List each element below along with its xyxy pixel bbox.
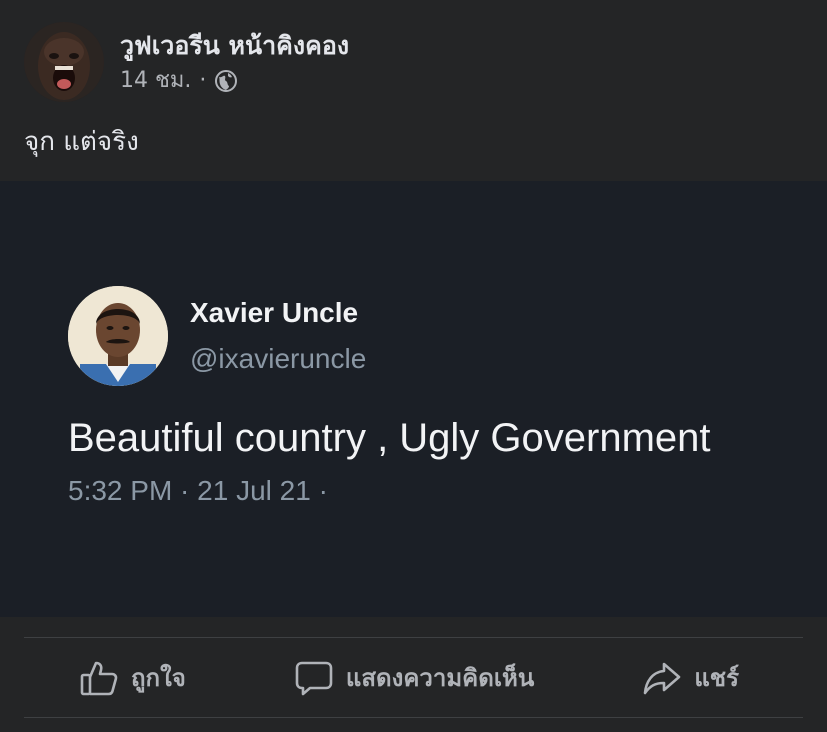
post-time[interactable]: 14 ชม. [120,67,191,95]
tweet-text: Beautiful country , Ugly Government [68,416,711,460]
share-arrow-icon [642,658,682,698]
share-label: แชร์ [694,663,739,692]
post-header: วูฟเวอรีน หน้าคิงคอง 14 ชม. · [24,20,349,104]
comment-button[interactable]: แสดงความคิดเห็น [294,658,534,698]
comment-bubble-icon [294,658,334,698]
comment-label: แสดงความคิดเห็น [345,663,535,692]
header-text: วูฟเวอรีน หน้าคิงคอง 14 ชม. · [120,29,349,95]
post-action-bar: ถูกใจ แสดงความคิดเห็น แชร์ [24,638,803,717]
tweet-avatar [68,286,168,386]
tweet-author-name: Xavier Uncle [190,297,359,328]
thumbs-up-icon [79,658,119,698]
tweet-author-handle: @ixavieruncle [190,343,367,374]
tweet-screenshot-image[interactable]: Xavier Uncle @ixavieruncle Beautiful cou… [0,181,827,617]
post-meta: 14 ชม. · [120,67,349,95]
facebook-post: วูฟเวอรีน หน้าคิงคอง 14 ชม. · จุก แต่จริ… [0,0,827,732]
post-caption: จุก แต่จริง [24,127,139,157]
like-button[interactable]: ถูกใจ [79,658,186,698]
divider [24,717,803,718]
share-button[interactable]: แชร์ [642,658,739,698]
globe-icon[interactable] [214,69,238,93]
like-label: ถูกใจ [131,663,186,692]
author-name[interactable]: วูฟเวอรีน หน้าคิงคอง [120,29,349,63]
meta-separator: · [199,68,207,93]
author-avatar[interactable] [24,22,104,102]
tweet-timestamp: 5:32 PM · 21 Jul 21 · [68,475,328,506]
